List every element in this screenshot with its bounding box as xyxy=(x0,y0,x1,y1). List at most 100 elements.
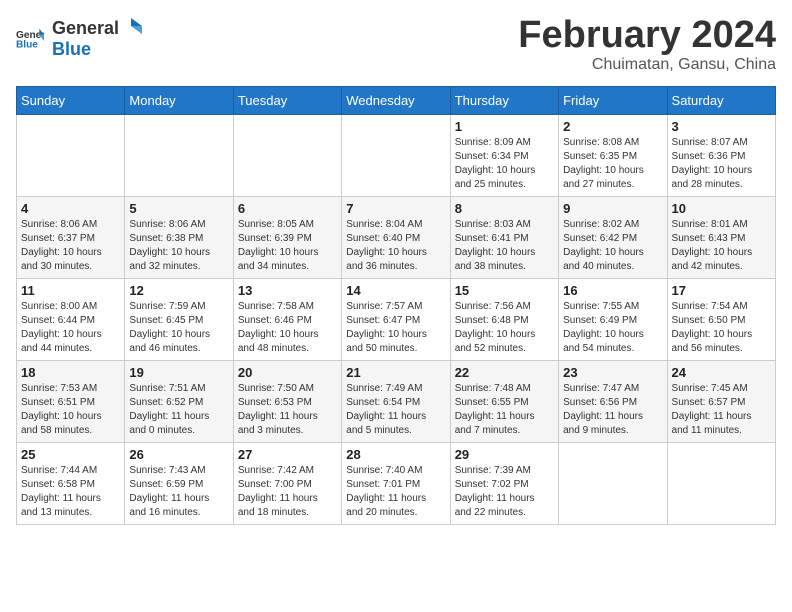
day-number: 3 xyxy=(672,119,771,134)
location-subtitle: Chuimatan, Gansu, China xyxy=(518,56,776,74)
day-number: 28 xyxy=(346,447,445,462)
month-year-title: February 2024 xyxy=(518,16,776,54)
day-info: Sunrise: 7:45 AM Sunset: 6:57 PM Dayligh… xyxy=(672,382,771,438)
day-number: 20 xyxy=(238,365,337,380)
day-info: Sunrise: 8:05 AM Sunset: 6:39 PM Dayligh… xyxy=(238,218,337,274)
calendar-cell xyxy=(342,115,450,197)
day-info: Sunrise: 7:51 AM Sunset: 6:52 PM Dayligh… xyxy=(129,382,228,438)
day-info: Sunrise: 8:09 AM Sunset: 6:34 PM Dayligh… xyxy=(455,136,554,192)
day-number: 24 xyxy=(672,365,771,380)
calendar-week-row: 4 Sunrise: 8:06 AM Sunset: 6:37 PM Daylig… xyxy=(17,197,776,279)
calendar-cell: 5 Sunrise: 8:06 AM Sunset: 6:38 PM Daylig… xyxy=(125,197,233,279)
day-number: 2 xyxy=(563,119,662,134)
calendar-cell: 28 Sunrise: 7:40 AM Sunset: 7:01 PM Dayli… xyxy=(342,443,450,525)
day-info: Sunrise: 7:50 AM Sunset: 6:53 PM Dayligh… xyxy=(238,382,337,438)
day-number: 18 xyxy=(21,365,120,380)
day-number: 22 xyxy=(455,365,554,380)
day-info: Sunrise: 7:55 AM Sunset: 6:49 PM Dayligh… xyxy=(563,300,662,356)
day-number: 19 xyxy=(129,365,228,380)
calendar-cell: 1 Sunrise: 8:09 AM Sunset: 6:34 PM Daylig… xyxy=(450,115,558,197)
day-number: 4 xyxy=(21,201,120,216)
day-info: Sunrise: 7:40 AM Sunset: 7:01 PM Dayligh… xyxy=(346,464,445,520)
logo: General Blue General Blue xyxy=(16,16,143,60)
day-info: Sunrise: 7:44 AM Sunset: 6:58 PM Dayligh… xyxy=(21,464,120,520)
calendar-cell: 17Sunrise: 7:54 AM Sunset: 6:50 PM Dayli… xyxy=(667,279,775,361)
day-info: Sunrise: 8:08 AM Sunset: 6:35 PM Dayligh… xyxy=(563,136,662,192)
day-number: 26 xyxy=(129,447,228,462)
weekday-header-wednesday: Wednesday xyxy=(342,87,450,115)
calendar-cell: 20 Sunrise: 7:50 AM Sunset: 6:53 PM Dayli… xyxy=(233,361,341,443)
day-number: 23 xyxy=(563,365,662,380)
day-info: Sunrise: 8:01 AM Sunset: 6:43 PM Dayligh… xyxy=(672,218,771,274)
day-number: 25 xyxy=(21,447,120,462)
day-number: 29 xyxy=(455,447,554,462)
calendar-cell xyxy=(667,443,775,525)
day-info: Sunrise: 7:49 AM Sunset: 6:54 PM Dayligh… xyxy=(346,382,445,438)
day-number: 5 xyxy=(129,201,228,216)
day-info: Sunrise: 8:06 AM Sunset: 6:38 PM Dayligh… xyxy=(129,218,228,274)
weekday-header-monday: Monday xyxy=(125,87,233,115)
weekday-header-tuesday: Tuesday xyxy=(233,87,341,115)
calendar-week-row: 18Sunrise: 7:53 AM Sunset: 6:51 PM Dayli… xyxy=(17,361,776,443)
logo-general-text: General xyxy=(52,18,119,39)
calendar-cell: 7 Sunrise: 8:04 AM Sunset: 6:40 PM Daylig… xyxy=(342,197,450,279)
calendar-cell: 21 Sunrise: 7:49 AM Sunset: 6:54 PM Dayli… xyxy=(342,361,450,443)
title-section: February 2024 Chuimatan, Gansu, China xyxy=(518,16,776,74)
calendar-week-row: 11Sunrise: 8:00 AM Sunset: 6:44 PM Dayli… xyxy=(17,279,776,361)
calendar-cell: 27Sunrise: 7:42 AM Sunset: 7:00 PM Dayli… xyxy=(233,443,341,525)
calendar-cell xyxy=(559,443,667,525)
day-number: 9 xyxy=(563,201,662,216)
day-number: 13 xyxy=(238,283,337,298)
day-number: 27 xyxy=(238,447,337,462)
header: General Blue General Blue February 2024 … xyxy=(16,16,776,74)
logo-bird-icon xyxy=(120,16,142,34)
day-info: Sunrise: 8:04 AM Sunset: 6:40 PM Dayligh… xyxy=(346,218,445,274)
day-info: Sunrise: 7:43 AM Sunset: 6:59 PM Dayligh… xyxy=(129,464,228,520)
day-number: 21 xyxy=(346,365,445,380)
day-number: 1 xyxy=(455,119,554,134)
calendar-cell: 23Sunrise: 7:47 AM Sunset: 6:56 PM Dayli… xyxy=(559,361,667,443)
day-number: 7 xyxy=(346,201,445,216)
calendar-cell: 13 Sunrise: 7:58 AM Sunset: 6:46 PM Dayli… xyxy=(233,279,341,361)
day-info: Sunrise: 8:06 AM Sunset: 6:37 PM Dayligh… xyxy=(21,218,120,274)
calendar-cell: 16 Sunrise: 7:55 AM Sunset: 6:49 PM Dayli… xyxy=(559,279,667,361)
calendar-cell: 26 Sunrise: 7:43 AM Sunset: 6:59 PM Dayli… xyxy=(125,443,233,525)
day-number: 16 xyxy=(563,283,662,298)
generalblue-logo-icon: General Blue xyxy=(16,27,44,49)
day-info: Sunrise: 8:02 AM Sunset: 6:42 PM Dayligh… xyxy=(563,218,662,274)
calendar-cell: 8Sunrise: 8:03 AM Sunset: 6:41 PM Daylig… xyxy=(450,197,558,279)
calendar-cell: 9 Sunrise: 8:02 AM Sunset: 6:42 PM Daylig… xyxy=(559,197,667,279)
calendar-cell: 24 Sunrise: 7:45 AM Sunset: 6:57 PM Dayli… xyxy=(667,361,775,443)
day-info: Sunrise: 7:56 AM Sunset: 6:48 PM Dayligh… xyxy=(455,300,554,356)
logo-blue-text: Blue xyxy=(52,39,91,59)
calendar-cell: 4 Sunrise: 8:06 AM Sunset: 6:37 PM Daylig… xyxy=(17,197,125,279)
weekday-header-row: SundayMondayTuesdayWednesdayThursdayFrid… xyxy=(17,87,776,115)
calendar-table: SundayMondayTuesdayWednesdayThursdayFrid… xyxy=(16,86,776,525)
weekday-header-saturday: Saturday xyxy=(667,87,775,115)
svg-text:Blue: Blue xyxy=(16,39,38,49)
day-number: 6 xyxy=(238,201,337,216)
day-info: Sunrise: 8:07 AM Sunset: 6:36 PM Dayligh… xyxy=(672,136,771,192)
day-number: 8 xyxy=(455,201,554,216)
calendar-cell: 6 Sunrise: 8:05 AM Sunset: 6:39 PM Daylig… xyxy=(233,197,341,279)
day-number: 11 xyxy=(21,283,120,298)
day-number: 14 xyxy=(346,283,445,298)
calendar-cell: 19 Sunrise: 7:51 AM Sunset: 6:52 PM Dayli… xyxy=(125,361,233,443)
day-info: Sunrise: 7:58 AM Sunset: 6:46 PM Dayligh… xyxy=(238,300,337,356)
calendar-cell: 10 Sunrise: 8:01 AM Sunset: 6:43 PM Dayli… xyxy=(667,197,775,279)
calendar-cell: 3 Sunrise: 8:07 AM Sunset: 6:36 PM Daylig… xyxy=(667,115,775,197)
calendar-cell: 14Sunrise: 7:57 AM Sunset: 6:47 PM Dayli… xyxy=(342,279,450,361)
calendar-cell: 29Sunrise: 7:39 AM Sunset: 7:02 PM Dayli… xyxy=(450,443,558,525)
weekday-header-sunday: Sunday xyxy=(17,87,125,115)
weekday-header-friday: Friday xyxy=(559,87,667,115)
calendar-cell xyxy=(125,115,233,197)
day-number: 12 xyxy=(129,283,228,298)
calendar-cell: 2 Sunrise: 8:08 AM Sunset: 6:35 PM Daylig… xyxy=(559,115,667,197)
calendar-cell: 22 Sunrise: 7:48 AM Sunset: 6:55 PM Dayli… xyxy=(450,361,558,443)
calendar-cell: 12 Sunrise: 7:59 AM Sunset: 6:45 PM Dayli… xyxy=(125,279,233,361)
day-info: Sunrise: 7:59 AM Sunset: 6:45 PM Dayligh… xyxy=(129,300,228,356)
day-number: 10 xyxy=(672,201,771,216)
day-info: Sunrise: 7:48 AM Sunset: 6:55 PM Dayligh… xyxy=(455,382,554,438)
calendar-cell: 18Sunrise: 7:53 AM Sunset: 6:51 PM Dayli… xyxy=(17,361,125,443)
calendar-cell xyxy=(233,115,341,197)
